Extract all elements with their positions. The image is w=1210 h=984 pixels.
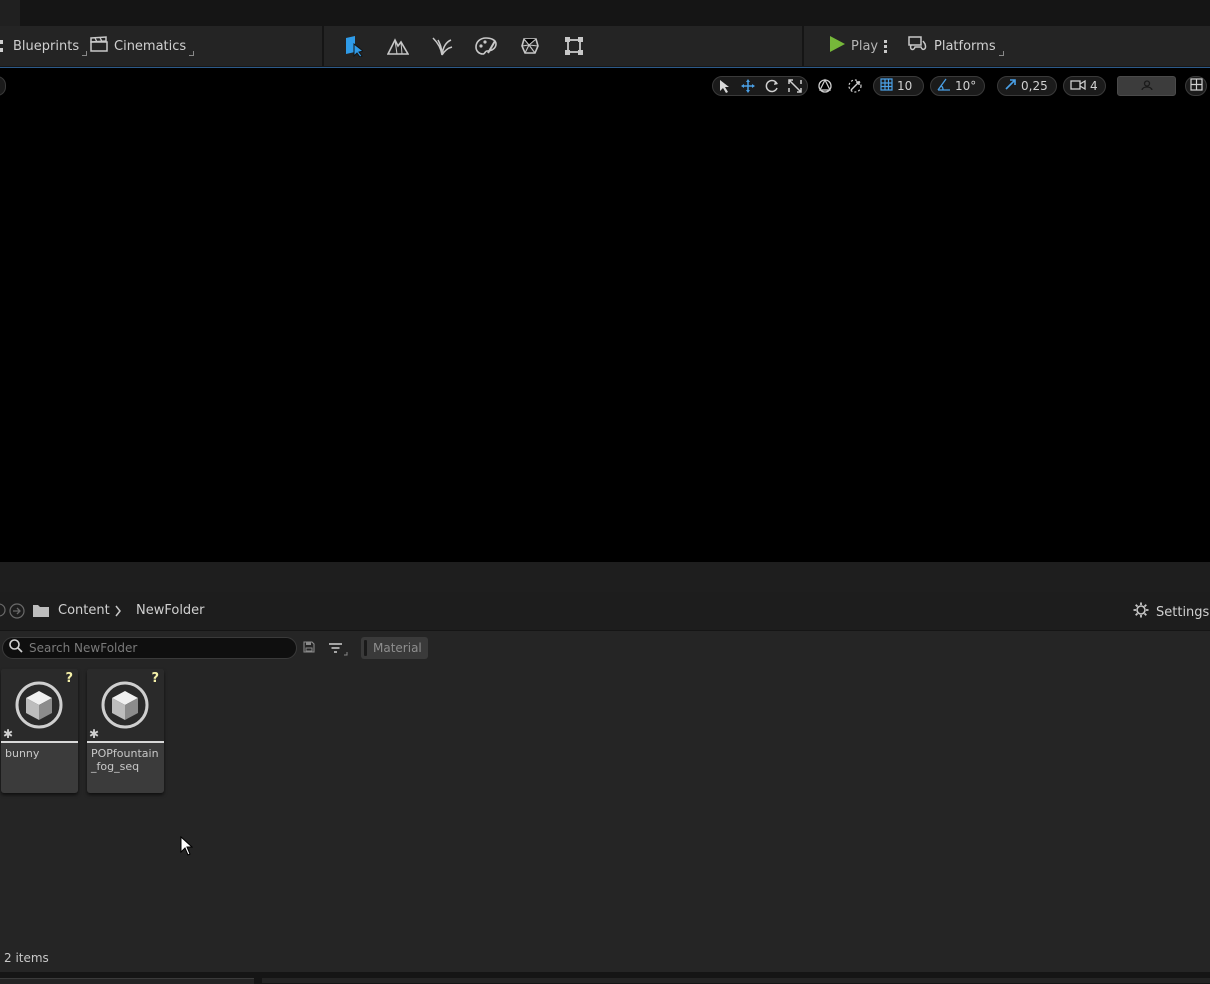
- content-browser: Content NewFolder Settings Material ? ✱ …: [0, 592, 1210, 972]
- cinematics-label: Cinematics: [114, 38, 187, 54]
- viewport-view-button[interactable]: [1117, 76, 1176, 96]
- rotation-snap-value: 10°: [955, 79, 977, 93]
- blueprints-label: Blueprints: [13, 38, 80, 54]
- filter-icon[interactable]: [328, 642, 348, 660]
- unknown-badge: ?: [151, 671, 159, 686]
- search-input[interactable]: [29, 641, 279, 655]
- person-icon: [1140, 79, 1153, 93]
- blueprints-menu[interactable]: Blueprints: [0, 26, 88, 66]
- main-toolbar: Blueprints Cinematics Play Platforms: [0, 26, 1210, 67]
- grid-snap-toggle[interactable]: 10: [873, 76, 924, 96]
- grid-icon: [880, 78, 893, 94]
- title-bar: [0, 0, 1210, 26]
- bottom-tab[interactable]: [262, 978, 1210, 983]
- chevron-right-icon: [114, 605, 122, 621]
- folder-icon: [32, 603, 50, 622]
- viewport-options-button[interactable]: [0, 76, 6, 96]
- scale-snap-toggle[interactable]: 0,25: [997, 76, 1057, 96]
- rotation-snap-toggle[interactable]: 10°: [930, 76, 985, 96]
- select-mode-icon[interactable]: [342, 35, 364, 57]
- landscape-mode-icon[interactable]: [387, 35, 409, 57]
- settings-label: Settings: [1156, 604, 1210, 620]
- gamepad-icon: [908, 36, 928, 56]
- forward-button[interactable]: [9, 603, 25, 623]
- scale-snap-value: 0,25: [1021, 79, 1048, 93]
- asset-type-icon: ✱: [3, 727, 14, 741]
- camera-speed-button[interactable]: 4: [1063, 76, 1106, 96]
- transform-tools: [712, 76, 808, 96]
- unknown-badge: ?: [65, 671, 73, 686]
- angle-icon: [937, 78, 951, 94]
- play-options-button[interactable]: [884, 26, 890, 66]
- panel-splitter[interactable]: [0, 562, 1210, 592]
- asset-name: bunny: [5, 747, 40, 760]
- rotate-icon[interactable]: [762, 77, 782, 95]
- scale-arrow-icon: [1004, 78, 1017, 94]
- camera-icon: [1070, 79, 1086, 94]
- search-box: [2, 637, 297, 659]
- cinematics-menu[interactable]: Cinematics: [90, 26, 195, 66]
- modeling-mode-icon[interactable]: [563, 35, 585, 57]
- scale-icon[interactable]: [786, 77, 806, 95]
- breadcrumb-content[interactable]: Content: [58, 603, 110, 618]
- camera-speed-value: 4: [1090, 79, 1098, 93]
- gear-icon: [1133, 602, 1149, 622]
- settings-button[interactable]: Settings: [1133, 602, 1209, 622]
- item-count: 2 items: [4, 951, 49, 965]
- viewport-layout-button[interactable]: [1185, 76, 1207, 96]
- content-browser-header: Content NewFolder Settings: [0, 592, 1210, 631]
- asset-tile[interactable]: ? ✱ bunny: [1, 669, 78, 793]
- kebab-icon: [884, 39, 890, 53]
- platforms-menu[interactable]: Platforms: [908, 26, 1004, 66]
- bottom-bar: [0, 972, 1210, 984]
- asset-name: POPfountain_fog_seq: [91, 747, 159, 773]
- mesh-paint-mode-icon[interactable]: [475, 35, 497, 57]
- bottom-tab[interactable]: [0, 978, 254, 984]
- play-label: Play: [851, 38, 879, 54]
- filter-chip-material[interactable]: Material: [361, 637, 428, 659]
- layout-grid-icon: [1189, 78, 1203, 94]
- blueprints-icon: [0, 40, 7, 52]
- mouse-cursor-icon: [180, 836, 193, 856]
- world-local-icon[interactable]: [815, 77, 835, 95]
- translate-icon[interactable]: [739, 77, 759, 95]
- asset-thumbnail: ? ✱: [87, 669, 164, 741]
- grid-snap-value: 10: [897, 79, 913, 93]
- level-viewport[interactable]: 10 10° 0,25 4: [0, 67, 1210, 563]
- cube-icon: [101, 681, 149, 729]
- breadcrumb-newfolder[interactable]: NewFolder: [136, 603, 205, 618]
- clapperboard-icon: [90, 36, 108, 56]
- select-icon[interactable]: [715, 77, 735, 95]
- play-button[interactable]: Play: [829, 26, 878, 66]
- fracture-mode-icon[interactable]: [519, 35, 541, 57]
- back-button[interactable]: [0, 603, 6, 621]
- asset-thumbnail: ? ✱: [1, 669, 78, 741]
- platforms-label: Platforms: [934, 38, 996, 54]
- search-icon: [9, 639, 23, 657]
- cube-icon: [15, 681, 63, 729]
- save-search-icon[interactable]: [303, 641, 315, 657]
- surface-snap-icon[interactable]: [845, 77, 865, 95]
- asset-type-icon: ✱: [89, 727, 100, 741]
- play-icon: [829, 36, 845, 56]
- foliage-mode-icon[interactable]: [431, 35, 453, 57]
- asset-tile[interactable]: ? ✱ POPfountain_fog_seq: [87, 669, 164, 793]
